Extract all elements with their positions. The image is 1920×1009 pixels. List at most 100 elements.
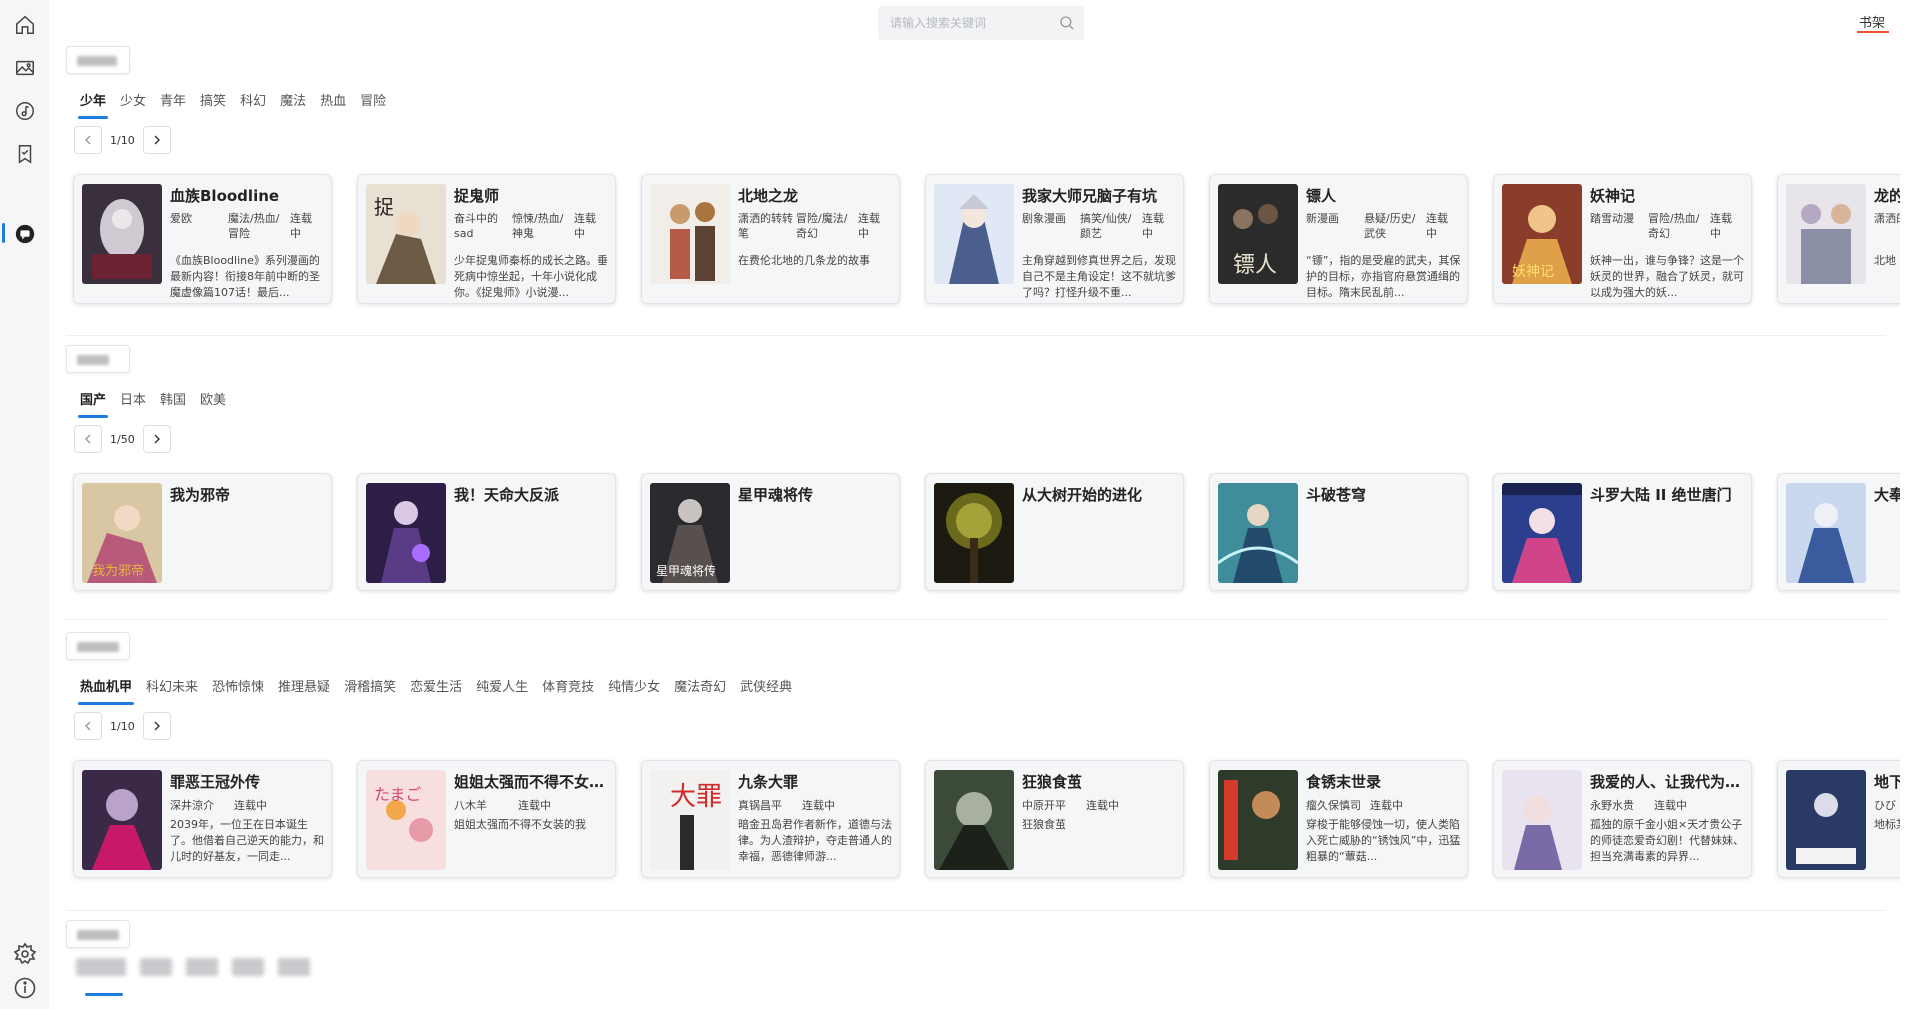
comic-desc: 孤独的原千金小姐×天才贵公子的师徒恋爱奇幻剧！代替妹妹、担当充满毒素的异界... xyxy=(1590,818,1744,863)
tab[interactable]: 科幻 xyxy=(240,90,266,109)
comic-title: 从大树开始的进化 xyxy=(1022,486,1143,504)
tab[interactable]: 欧美 xyxy=(200,389,226,408)
comic-status: 连载中 xyxy=(1086,799,1119,812)
comic-card[interactable]: 龙的 潇洒的转笔 北地 xyxy=(1777,174,1900,304)
tab[interactable]: 冒险 xyxy=(360,90,386,109)
comic-card[interactable]: 大罪 九条大罪 真锅昌平 连载中 暗金丑岛君作者新作，道德与法律。为人渣辩护，夺走… xyxy=(641,760,900,878)
bookshelf-link[interactable]: 书架 xyxy=(1859,12,1885,31)
tab[interactable] xyxy=(232,958,264,976)
section-title xyxy=(66,46,130,74)
comic-card[interactable]: 地下 ひび 地标某兄现在 xyxy=(1777,760,1900,878)
svg-text:大罪: 大罪 xyxy=(670,782,722,812)
comic-card[interactable]: 斗破苍穹 xyxy=(1209,473,1468,591)
section-3: 热血机甲 科幻未来 恐怖惊悚 推理悬疑 滑稽搞笑 恋爱生活 纯爱人生 体育竞技 … xyxy=(49,632,1900,922)
next-page-button[interactable] xyxy=(142,425,171,453)
comic-card[interactable]: 星甲魂将传 星甲魂将传 xyxy=(641,473,900,591)
comic-meta: 剧象漫画 搞笑/仙侠/颜艺 连载中 xyxy=(1022,211,1172,241)
comic-title: 我为邪帝 xyxy=(170,486,231,504)
comic-card[interactable]: 妖神记 妖神记 踏雪动漫 冒险/热血/奇幻 连载中 妖神一出，谁与争锋？这是一个妖灵… xyxy=(1493,174,1752,304)
comic-card[interactable]: 狂狼食茧 中原开平 连载中 狂狼食茧 xyxy=(925,760,1184,878)
tab[interactable]: 魔法奇幻 xyxy=(674,676,726,695)
comic-meta: 踏雪动漫 冒险/热血/奇幻 连载中 xyxy=(1590,211,1740,241)
next-page-button[interactable] xyxy=(142,712,171,740)
tab[interactable] xyxy=(186,958,218,976)
comic-desc: 地标某兄现在 xyxy=(1874,818,1900,831)
next-page-button[interactable] xyxy=(142,126,171,154)
comic-status: 连载中 xyxy=(290,212,312,240)
svg-text:星甲魂将传: 星甲魂将传 xyxy=(656,563,716,578)
tab[interactable]: 科幻未来 xyxy=(146,676,198,695)
tab[interactable]: 滑稽搞笑 xyxy=(344,676,396,695)
comic-cover xyxy=(934,770,1014,870)
comic-author: 踏雪动漫 xyxy=(1590,212,1634,225)
comic-card[interactable]: 我爱的人、让我代为继承 永野水贵 连载中 孤独的原千金小姐×天才贵公子的师徒恋爱奇… xyxy=(1493,760,1752,878)
image-icon[interactable] xyxy=(12,55,38,81)
home-icon[interactable] xyxy=(12,12,38,38)
comic-title: 九条大罪 xyxy=(738,773,799,791)
tab[interactable]: 少女 xyxy=(120,90,146,109)
comic-card[interactable]: 斗罗大陆 II 绝世唐门 xyxy=(1493,473,1752,591)
comic-meta: 潇洒的转笔 xyxy=(1874,211,1900,226)
comic-tags: 惊悚/热血/神鬼 xyxy=(512,212,564,240)
music-icon[interactable] xyxy=(12,98,38,124)
comic-card[interactable]: たまご 姐姐太强而不得不女装的我 八木羊 连载中 姐姐太强而不得不女装的我 xyxy=(357,760,616,878)
tab[interactable]: 少年 xyxy=(77,90,109,119)
comic-icon[interactable] xyxy=(12,221,38,247)
chevron-right-icon xyxy=(154,721,160,731)
tab[interactable] xyxy=(278,958,310,976)
svg-text:たまご: たまご xyxy=(374,785,422,804)
comic-desc: 2039年，一位王在日本诞生了。他借着自己逆天的能力，和儿时的好基友，一同走..… xyxy=(170,818,324,863)
active-tab-underline xyxy=(85,993,123,996)
comic-card[interactable]: 镖人 镖人 新漫画 悬疑/历史/武侠 连载中 “镖”，指的是受雇的武夫，其保护的目标… xyxy=(1209,174,1468,304)
comic-cover: 大罪 xyxy=(650,770,730,870)
comic-card[interactable]: 大奉 xyxy=(1777,473,1900,591)
comic-card[interactable]: 从大树开始的进化 xyxy=(925,473,1184,591)
comic-card[interactable]: 北地之龙 潇洒的转转笔 冒险/魔法/奇幻 连载中 在费伦北地的几条龙的故事 xyxy=(641,174,900,304)
tab[interactable] xyxy=(76,958,126,976)
tab[interactable]: 武侠经典 xyxy=(740,676,792,695)
prev-page-button[interactable] xyxy=(74,126,102,154)
tab[interactable]: 韩国 xyxy=(160,389,186,408)
page-indicator: 1/10 xyxy=(110,719,135,733)
tab[interactable]: 魔法 xyxy=(280,90,306,109)
comic-card[interactable]: 捉 捉鬼师 奋斗中的sad 惊悚/热血/神鬼 连载中 少年捉鬼师秦栎的成长之路。垂死… xyxy=(357,174,616,304)
prev-page-button[interactable] xyxy=(74,425,102,453)
comic-card[interactable]: 我为邪帝 我为邪帝 xyxy=(73,473,332,591)
page-indicator: 1/10 xyxy=(110,133,135,147)
section-4 xyxy=(49,920,1900,1009)
comic-status: 连载中 xyxy=(574,212,596,240)
comic-tags: 魔法/热血/冒险 xyxy=(228,212,280,240)
comic-card[interactable]: 罪恶王冠外传 深井涼介 连载中 2039年，一位王在日本诞生了。他借着自己逆天的能… xyxy=(73,760,332,878)
comic-card[interactable]: 我！天命大反派 xyxy=(357,473,616,591)
comic-desc: 穿梭于能够侵蚀一切，使人类陷入死亡威胁的“锈蚀风”中，迅猛粗暴的“蕈菇... xyxy=(1306,818,1461,863)
bookmark-icon[interactable] xyxy=(12,141,38,167)
tab[interactable] xyxy=(140,958,172,976)
info-icon[interactable] xyxy=(13,976,37,1000)
tab[interactable]: 热血 xyxy=(320,90,346,109)
tab[interactable]: 日本 xyxy=(120,389,146,408)
prev-page-button[interactable] xyxy=(74,712,102,740)
comic-cover xyxy=(934,184,1014,284)
comic-cover: 我为邪帝 xyxy=(82,483,162,583)
comic-author: 爱欧 xyxy=(170,212,192,225)
tab[interactable]: 国产 xyxy=(77,389,109,418)
tab[interactable]: 体育竞技 xyxy=(542,676,594,695)
tab[interactable]: 纯情少女 xyxy=(608,676,660,695)
comic-cover: 捉 xyxy=(366,184,446,284)
comic-desc: “镖”，指的是受雇的武夫，其保护的目标，亦指官府悬赏通缉的目标。隋末民乱前... xyxy=(1306,254,1461,299)
tab[interactable]: 搞笑 xyxy=(200,90,226,109)
comic-title: 星甲魂将传 xyxy=(738,486,814,504)
tab[interactable]: 青年 xyxy=(160,90,186,109)
tab[interactable]: 恐怖惊悚 xyxy=(212,676,264,695)
comic-card[interactable]: 血族Bloodline 爱欧 魔法/热血/冒险 连载中 《血族Bloodline》系… xyxy=(73,174,332,304)
comic-card[interactable]: 我家大师兄脑子有坑 剧象漫画 搞笑/仙侠/颜艺 连载中 主角穿越到修真世界之后，发现… xyxy=(925,174,1184,304)
search-icon[interactable] xyxy=(1058,14,1076,32)
tab[interactable]: 热血机甲 xyxy=(77,676,135,705)
tab[interactable]: 恋爱生活 xyxy=(410,676,462,695)
tab[interactable]: 纯爱人生 xyxy=(476,676,528,695)
search-input[interactable] xyxy=(890,13,1050,33)
comic-desc: 在费伦北地的几条龙的故事 xyxy=(738,254,870,267)
settings-icon[interactable] xyxy=(13,942,37,966)
tab[interactable]: 推理悬疑 xyxy=(278,676,330,695)
comic-card[interactable]: 食锈末世录 瘤久保慎司 连载中 穿梭于能够侵蚀一切，使人类陷入死亡威胁的“锈蚀风”… xyxy=(1209,760,1468,878)
